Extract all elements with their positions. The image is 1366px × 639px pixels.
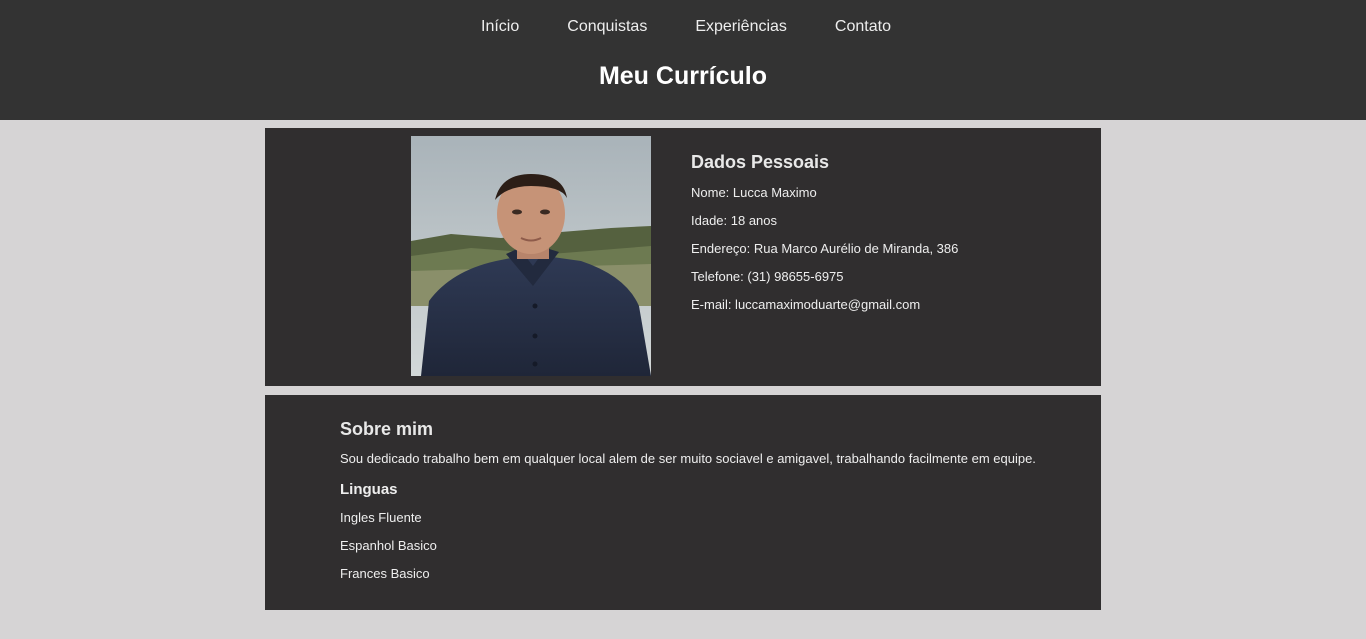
about-description: Sou dedicado trabalho bem em qualquer lo… [340,451,1036,466]
main-nav: Início Conquistas Experiências Contato [0,17,1366,37]
page-title: Meu Currículo [598,62,768,90]
nav-link-conquistas[interactable]: Conquistas [567,17,647,37]
about-card: Sobre mim Sou dedicado trabalho bem em q… [265,395,1101,610]
address-field: Endereço: Rua Marco Aurélio de Miranda, … [691,241,959,256]
language-item: Frances Basico [340,566,430,581]
profile-photo [411,136,651,376]
personal-data-card: Dados Pessoais Nome: Lucca Maximo Idade:… [265,128,1101,386]
site-header: Início Conquistas Experiências Contato M… [0,0,1366,120]
phone-field: Telefone: (31) 98655-6975 [691,269,844,284]
personal-info: Dados Pessoais Nome: Lucca Maximo Idade:… [691,150,958,325]
about-content: Sobre mim Sou dedicado trabalho bem em q… [340,417,1036,594]
about-heading: Sobre mim [340,419,434,439]
personal-data-heading: Dados Pessoais [691,152,830,172]
languages-heading: Linguas [340,481,398,498]
profile-photo-image [411,136,651,376]
nav-link-experiencias[interactable]: Experiências [695,17,787,37]
nav-link-inicio[interactable]: Início [481,17,519,37]
language-item: Espanhol Basico [340,538,437,553]
email-field: E-mail: luccamaximoduarte@gmail.com [691,297,921,312]
language-item: Ingles Fluente [340,510,422,525]
age-field: Idade: 18 anos [691,213,778,228]
nav-link-contato[interactable]: Contato [835,17,891,37]
name-field: Nome: Lucca Maximo [691,185,817,200]
